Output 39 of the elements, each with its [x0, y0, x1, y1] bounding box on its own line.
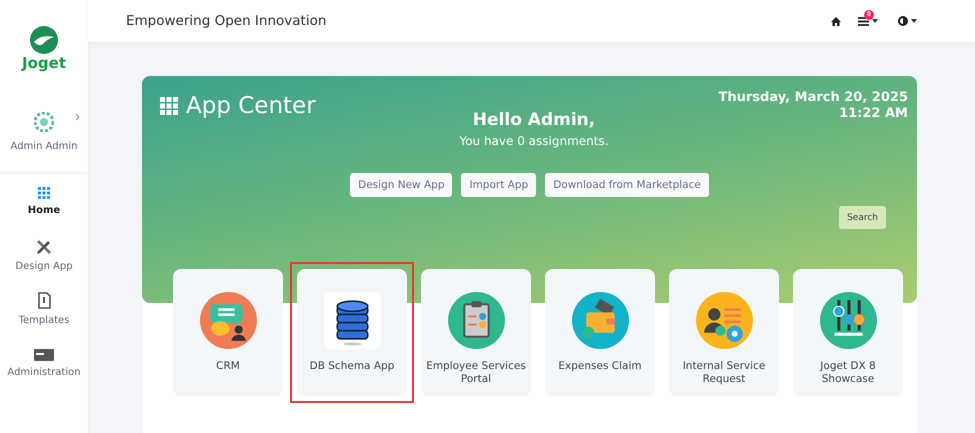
database-icon — [324, 292, 380, 349]
search-button[interactable]: Search — [839, 206, 886, 229]
id-card-icon — [34, 348, 54, 360]
chat-bubble-icon — [200, 292, 256, 349]
grid-icon — [160, 97, 178, 115]
logo-icon — [29, 25, 59, 55]
person-gear-icon — [696, 292, 752, 349]
document-icon — [38, 292, 50, 309]
nav-item[interactable]: Home — [0, 174, 88, 228]
app-card[interactable]: Employee Services Portal — [421, 269, 531, 396]
logo-text: Joget — [22, 55, 66, 72]
nav-item[interactable]: Administration — [0, 336, 88, 390]
nav-item[interactable]: Templates — [0, 282, 88, 336]
greeting: Hello Admin, — [472, 110, 596, 130]
clipboard-icon — [448, 292, 504, 349]
wallet-icon — [572, 292, 628, 349]
app-card[interactable]: Joget DX 8 Showcase — [793, 269, 903, 396]
assignments-text: You have 0 assignments. — [459, 134, 609, 148]
avatar-icon — [34, 112, 54, 132]
user-name[interactable]: Admin Admin — [10, 141, 78, 152]
date-text: Thursday, March 20, 2025 — [718, 90, 908, 106]
chevron-icon[interactable] — [75, 113, 80, 121]
page-title: Empowering Open Innovation — [126, 13, 328, 29]
home-icon — [831, 16, 841, 26]
contrast-icon — [898, 16, 908, 26]
app-card[interactable]: CRM — [173, 269, 283, 396]
grid-icon — [38, 186, 50, 198]
action-button[interactable]: Download from Marketplace — [545, 173, 709, 197]
app-card[interactable]: Expenses Claim — [545, 269, 655, 396]
time-text: 11:22 AM — [839, 106, 908, 122]
sliders-icon — [820, 292, 876, 349]
app-card[interactable]: Internal Service Request — [669, 269, 779, 396]
action-button[interactable]: Design New App — [350, 173, 452, 197]
app-card[interactable]: DB Schema App — [297, 269, 407, 396]
caret-icon — [872, 19, 878, 23]
nav-item[interactable]: Design App — [0, 228, 88, 282]
app-center-title: App Center — [186, 93, 316, 119]
action-button[interactable]: Import App — [461, 173, 536, 197]
caret-icon — [911, 19, 917, 23]
